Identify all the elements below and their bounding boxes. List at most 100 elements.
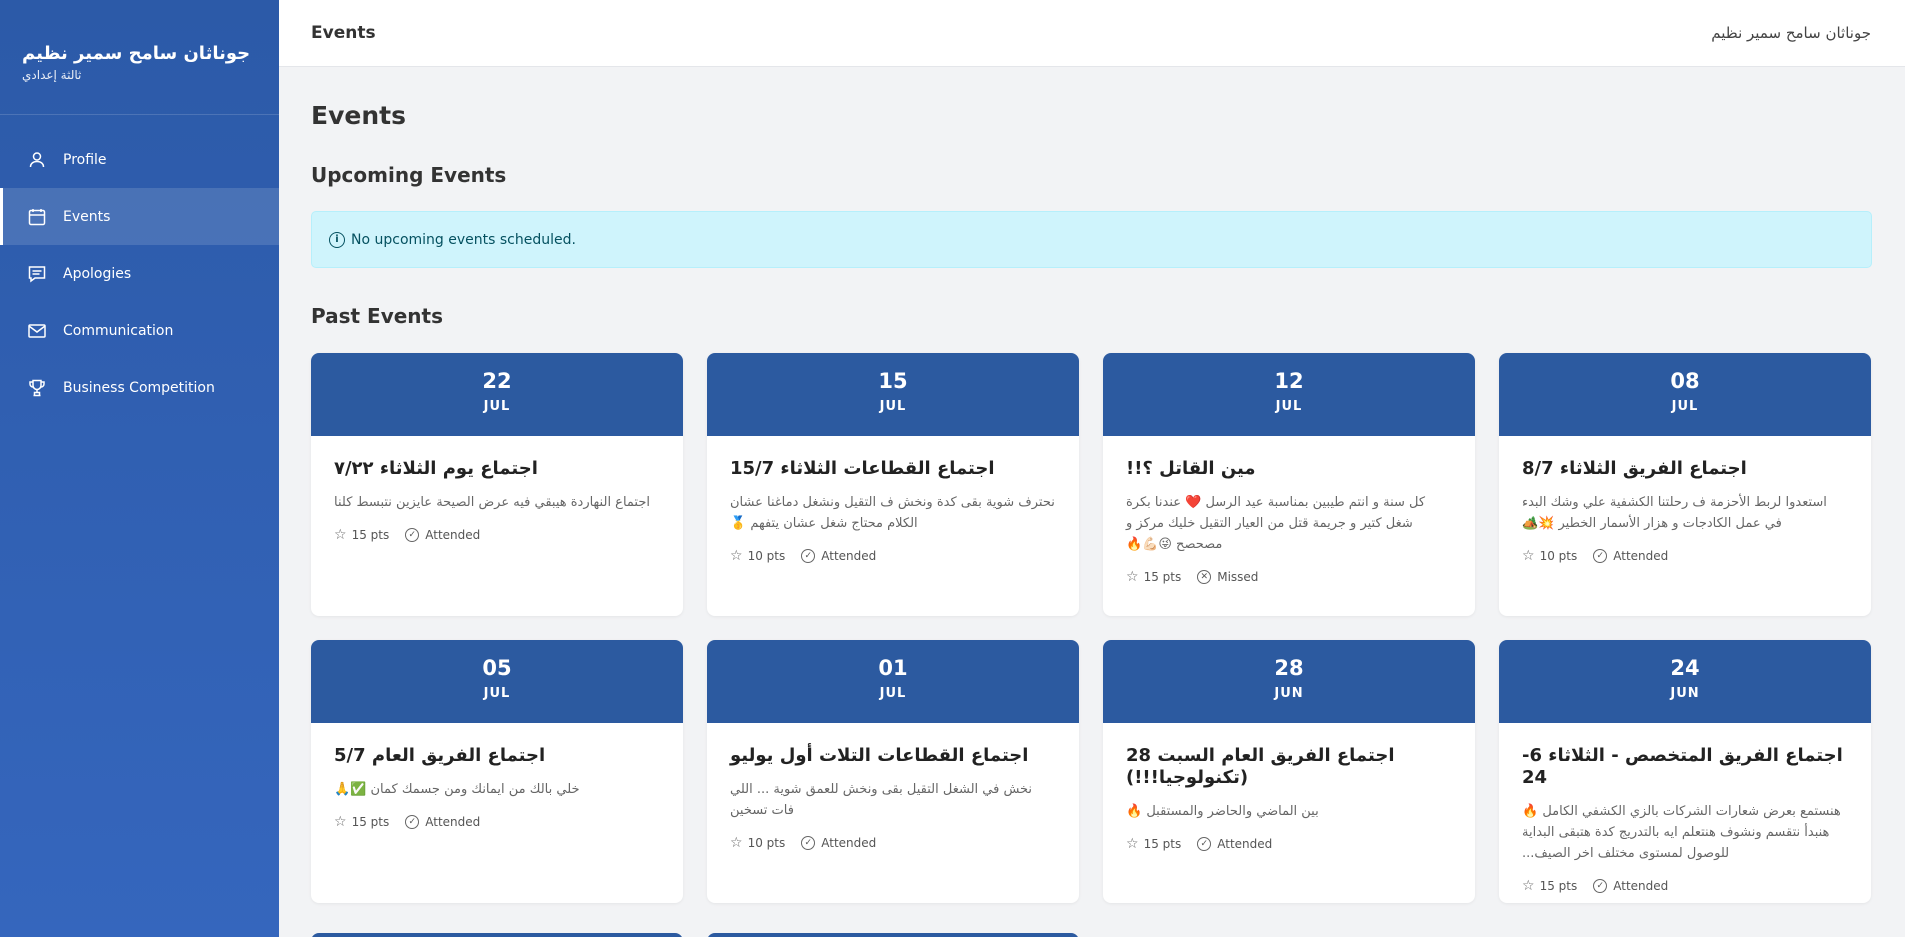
- event-points: 15 pts: [351, 815, 390, 829]
- star-icon: ☆: [1126, 836, 1139, 852]
- check-circle-icon: ✓: [1197, 837, 1212, 851]
- sidebar-item-label: Profile: [63, 151, 107, 168]
- event-points: 15 pts: [1143, 570, 1182, 584]
- event-day: 22: [482, 369, 512, 393]
- top-bar: Events جوناثان سامح سمير نظيم: [279, 0, 1905, 67]
- sidebar-item-label: Business Competition: [63, 379, 215, 396]
- event-day: 01: [878, 656, 908, 680]
- page-title: Events: [311, 101, 406, 130]
- event-card[interactable]: 05 JUL اجتماع الفريق العام 5/7 خلي بالك …: [311, 640, 683, 903]
- info-icon: i: [329, 231, 345, 248]
- student-grade: ثالثة إعدادي: [22, 68, 82, 82]
- sidebar-item-label: Communication: [63, 322, 174, 339]
- event-month: JUL: [1671, 399, 1699, 414]
- event-points: 10 pts: [747, 549, 786, 563]
- event-date: 22 JUL: [311, 353, 683, 436]
- event-day: 24: [1670, 656, 1700, 680]
- check-circle-icon: ✓: [1593, 549, 1608, 563]
- sidebar-item-label: Apologies: [63, 265, 132, 282]
- event-title: اجتماع القطاعات التلات أول يوليو: [730, 745, 1029, 766]
- check-circle-icon: ✓: [405, 528, 420, 542]
- event-card[interactable]: 22 JUL اجتماع يوم الثلاثاء ٧/٢٢ اجتماع ا…: [311, 353, 683, 616]
- upcoming-events-title: Upcoming Events: [311, 163, 507, 187]
- user-icon: [29, 151, 45, 167]
- event-day: 08: [1670, 369, 1700, 393]
- event-description: استعدوا لربط الأحزمة ف رحلتنا الكشفية عل…: [1522, 495, 1827, 531]
- event-card[interactable]: 01 JUL اجتماع القطاعات التلات أول يوليو …: [707, 640, 1079, 903]
- event-status: Attended: [425, 815, 481, 829]
- main-content: Events Upcoming Events i No upcoming eve…: [311, 67, 1872, 903]
- event-status: Missed: [1217, 570, 1259, 584]
- star-icon: ☆: [730, 835, 743, 851]
- event-title: اجتماع يوم الثلاثاء ٧/٢٢: [334, 458, 538, 479]
- sidebar-item-business-competition[interactable]: Business Competition: [0, 359, 279, 416]
- event-meta: ☆ 10 pts ✓ Attended: [1522, 548, 1848, 564]
- star-icon: ☆: [1126, 569, 1139, 585]
- event-description: نخش في الشغل التقيل بقى ونخش للعمق شوية …: [730, 782, 1033, 818]
- sidebar-header: جوناثان سامح سمير نظيم ثالثة إعدادي: [0, 0, 279, 115]
- sidebar-item-events[interactable]: Events: [0, 188, 279, 245]
- event-day: 15: [878, 369, 908, 393]
- trophy-icon: [29, 379, 45, 396]
- event-date: 24 JUN: [1499, 640, 1871, 723]
- event-card[interactable]: 12 JUL مين القاتل ؟!! كل سنة و انتم طيبي…: [1103, 353, 1475, 616]
- event-card[interactable]: 08 JUL اجتماع الفريق الثلاثاء 8/7 استعدو…: [1499, 353, 1871, 616]
- event-title: اجتماع الفريق المتخصص - الثلاثاء 6-24: [1522, 745, 1843, 788]
- event-points: 15 pts: [1539, 879, 1578, 893]
- event-meta: ☆ 15 pts ✓ Attended: [334, 814, 660, 830]
- event-card-peek: [311, 933, 683, 937]
- event-title: اجتماع الفريق الثلاثاء 8/7: [1522, 458, 1747, 479]
- event-meta: ☆ 15 pts ✕ Missed: [1126, 569, 1452, 585]
- event-date: 01 JUL: [707, 640, 1079, 723]
- past-events-title: Past Events: [311, 304, 444, 328]
- no-upcoming-text: No upcoming events scheduled.: [351, 231, 576, 248]
- event-description: نحترف شوية بقى كدة ونخش ف التقيل ونشغل د…: [730, 495, 1055, 531]
- event-card-peek: [707, 933, 1079, 937]
- past-events-grid: 22 JUL اجتماع يوم الثلاثاء ٧/٢٢ اجتماع ا…: [311, 353, 1872, 903]
- sidebar-nav: Profile Events Apologies Communication B…: [0, 131, 279, 416]
- sidebar-item-communication[interactable]: Communication: [0, 302, 279, 359]
- top-bar-user-name[interactable]: جوناثان سامح سمير نظيم: [1711, 24, 1873, 42]
- event-month: JUL: [483, 686, 511, 701]
- event-description: كل سنة و انتم طيبين بمناسبة عيد الرسل ❤️…: [1126, 495, 1426, 552]
- check-circle-icon: ✓: [1593, 879, 1608, 893]
- event-points: 15 pts: [351, 528, 390, 542]
- check-circle-icon: ✓: [405, 815, 420, 829]
- event-card[interactable]: 24 JUN اجتماع الفريق المتخصص - الثلاثاء …: [1499, 640, 1871, 903]
- event-date: 12 JUL: [1103, 353, 1475, 436]
- event-description: خلي بالك من ايمانك ومن جسمك كمان ✅🙏: [334, 782, 580, 797]
- event-date: 05 JUL: [311, 640, 683, 723]
- mail-icon: [28, 323, 46, 338]
- event-day: 12: [1274, 369, 1304, 393]
- event-points: 10 pts: [1539, 549, 1578, 563]
- sidebar-item-profile[interactable]: Profile: [0, 131, 279, 188]
- event-month: JUL: [879, 686, 907, 701]
- event-card[interactable]: 15 JUL اجتماع القطاعات الثلاثاء 15/7 نحت…: [707, 353, 1079, 616]
- message-icon: [28, 265, 46, 282]
- event-month: JUL: [879, 399, 907, 414]
- event-meta: ☆ 15 pts ✓ Attended: [1522, 878, 1848, 894]
- event-title: مين القاتل ؟!!: [1126, 458, 1256, 479]
- event-month: JUL: [1275, 399, 1303, 414]
- event-description: بين الماضي والحاضر والمستقبل 🔥: [1126, 804, 1319, 819]
- sidebar: جوناثان سامح سمير نظيم ثالثة إعدادي Prof…: [0, 0, 279, 937]
- event-date: 28 JUN: [1103, 640, 1475, 723]
- x-circle-icon: ✕: [1197, 570, 1212, 584]
- star-icon: ☆: [1522, 878, 1535, 894]
- star-icon: ☆: [334, 527, 347, 543]
- event-status: Attended: [821, 549, 877, 563]
- event-meta: ☆ 15 pts ✓ Attended: [1126, 836, 1452, 852]
- event-meta: ☆ 15 pts ✓ Attended: [334, 527, 660, 543]
- event-status: Attended: [821, 836, 877, 850]
- event-status: Attended: [1613, 879, 1669, 893]
- student-name: جوناثان سامح سمير نظيم: [22, 43, 251, 64]
- event-card[interactable]: 28 JUN اجتماع الفريق العام السبت 28 (تكن…: [1103, 640, 1475, 903]
- event-status: Attended: [1613, 549, 1669, 563]
- event-month: JUN: [1274, 686, 1304, 701]
- event-date: 08 JUL: [1499, 353, 1871, 436]
- sidebar-item-apologies[interactable]: Apologies: [0, 245, 279, 302]
- event-points: 15 pts: [1143, 837, 1182, 851]
- event-meta: ☆ 10 pts ✓ Attended: [730, 835, 1056, 851]
- event-day: 28: [1274, 656, 1304, 680]
- event-status: Attended: [425, 528, 481, 542]
